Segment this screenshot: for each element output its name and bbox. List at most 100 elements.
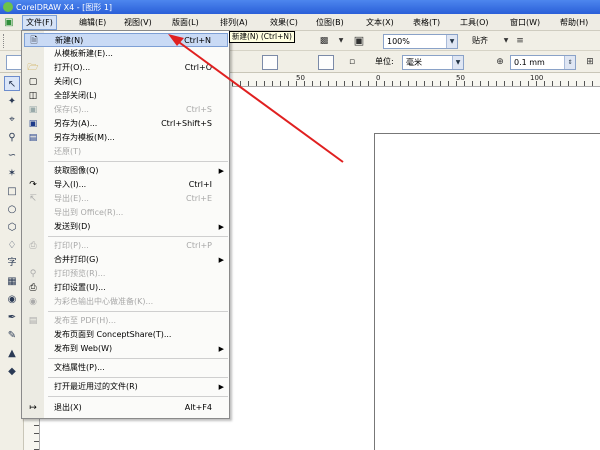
chevron-down-icon[interactable]: ▼ bbox=[452, 56, 463, 69]
freehand-tool-icon[interactable]: ∽ bbox=[4, 148, 20, 163]
horizontal-ruler[interactable]: 50 0 50 100 bbox=[232, 73, 600, 87]
menu-item-revert[interactable]: 还原(T) bbox=[24, 145, 228, 159]
shape-tool-icon[interactable]: ✦ bbox=[4, 94, 20, 109]
ruler-label: 100 bbox=[530, 74, 544, 82]
save-icon: ▣ bbox=[28, 105, 38, 115]
menu-table[interactable]: 表格(T) bbox=[410, 16, 443, 29]
pdf-icon: ▤ bbox=[28, 316, 38, 326]
menu-file[interactable]: 文件(F) bbox=[22, 15, 57, 30]
menu-item-publish-conceptshare[interactable]: 发布页面到 ConceptShare(T)... bbox=[24, 328, 228, 342]
menu-item-acquire-image[interactable]: 获取图像(Q) ▶ bbox=[24, 164, 228, 178]
menu-item-label: 退出(X) bbox=[54, 403, 82, 412]
options-icon[interactable]: ≡ bbox=[512, 34, 528, 48]
menu-item-exit[interactable]: ↦ 退出(X) Alt+F4 bbox=[24, 401, 228, 415]
chevron-down-icon[interactable]: ▼ bbox=[333, 34, 349, 48]
text-tool-icon[interactable]: 字 bbox=[4, 256, 20, 271]
interactive-fill-tool-icon[interactable]: ◆ bbox=[4, 364, 20, 379]
menu-help[interactable]: 帮助(H) bbox=[557, 16, 591, 29]
menu-arrange[interactable]: 排列(A) bbox=[217, 16, 251, 29]
duplicate-distance-icon[interactable]: ⊞ bbox=[582, 55, 598, 69]
menu-item-publish-web[interactable]: 发布到 Web(W) ▶ bbox=[24, 342, 228, 356]
polygon-tool-icon[interactable]: ⬡ bbox=[4, 220, 20, 235]
menu-item-label: 发送到(D) bbox=[54, 222, 91, 231]
menu-effects[interactable]: 效果(C) bbox=[267, 16, 301, 29]
spinner-arrows-icon[interactable]: ⇕ bbox=[564, 56, 575, 69]
interactive-blend-tool-icon[interactable]: ◉ bbox=[4, 292, 20, 307]
menu-item-shortcut: Ctrl+Shift+S bbox=[161, 119, 212, 128]
basic-shapes-tool-icon[interactable]: ♢ bbox=[4, 238, 20, 253]
menu-item-document-properties[interactable]: 文档属性(P)... bbox=[24, 361, 228, 375]
menu-item-prepare-color-output[interactable]: ◉ 为彩色输出中心做准备(K)... bbox=[24, 295, 228, 309]
nudge-offset-field[interactable]: 0.1 mm ⇕ bbox=[510, 55, 576, 70]
menu-item-save[interactable]: ▣ 保存(S)... Ctrl+S bbox=[24, 103, 228, 117]
menu-item-save-as[interactable]: ▣ 另存为(A)... Ctrl+Shift+S bbox=[24, 117, 228, 131]
table-tool-icon[interactable]: ▦ bbox=[4, 274, 20, 289]
zoom-level-value: 100% bbox=[387, 37, 410, 46]
menu-layout[interactable]: 版面(L) bbox=[169, 16, 202, 29]
menu-item-print[interactable]: ⎙ 打印(P)... Ctrl+P bbox=[24, 239, 228, 253]
pick-tool-icon[interactable]: ↖ bbox=[4, 76, 20, 91]
submenu-arrow-icon: ▶ bbox=[218, 345, 224, 353]
ellipse-tool-icon[interactable]: ○ bbox=[4, 202, 20, 217]
menu-item-export-office[interactable]: 导出到 Office(R)... bbox=[24, 206, 228, 220]
menu-window[interactable]: 窗口(W) bbox=[507, 16, 543, 29]
menu-item-close-all[interactable]: ◫ 全部关闭(L) bbox=[24, 89, 228, 103]
document-menu-icon[interactable]: ▣ bbox=[2, 16, 16, 29]
fill-tool-icon[interactable]: ▲ bbox=[4, 346, 20, 361]
menu-item-print-merge[interactable]: 合并打印(G) ▶ bbox=[24, 253, 228, 267]
portrait-button[interactable] bbox=[262, 55, 278, 70]
rectangle-tool-icon[interactable]: □ bbox=[4, 184, 20, 199]
close-all-icon: ◫ bbox=[28, 91, 38, 101]
menu-item-label: 发布页面到 ConceptShare(T)... bbox=[54, 330, 172, 339]
menu-item-new-from-template[interactable]: 从模板新建(E)... bbox=[24, 47, 228, 61]
menu-tools[interactable]: 工具(O) bbox=[457, 16, 492, 29]
menu-edit[interactable]: 编辑(E) bbox=[76, 16, 109, 29]
menu-item-label: 文档属性(P)... bbox=[54, 363, 105, 372]
eyedropper-tool-icon[interactable]: ✒ bbox=[4, 310, 20, 325]
menu-item-open[interactable]: 🗁 打开(O)... Ctrl+O bbox=[24, 61, 228, 75]
menu-separator bbox=[48, 161, 228, 162]
menu-item-import[interactable]: ↷ 导入(I)... Ctrl+I bbox=[24, 178, 228, 192]
menu-item-label: 打印设置(U)... bbox=[54, 283, 106, 292]
menu-item-save-as-template[interactable]: ▤ 另存为模板(M)... bbox=[24, 131, 228, 145]
units-label: 单位: bbox=[375, 57, 394, 66]
menu-item-label: 导出(E)... bbox=[54, 194, 89, 203]
snap-to-label[interactable]: 贴齐 bbox=[472, 34, 488, 48]
application-launcher-icon[interactable]: ▩ bbox=[316, 34, 332, 48]
menu-item-print-setup[interactable]: ⎙ 打印设置(U)... bbox=[24, 281, 228, 295]
menu-item-label: 导出到 Office(R)... bbox=[54, 208, 124, 217]
zoom-level-combo[interactable]: 100% ▼ bbox=[383, 34, 458, 49]
outline-pen-tool-icon[interactable]: ✎ bbox=[4, 328, 20, 343]
open-folder-icon: 🗁 bbox=[27, 63, 39, 73]
units-combo[interactable]: 毫米 ▼ bbox=[402, 55, 464, 70]
menu-item-recent-files[interactable]: 打开最近用过的文件(R) ▶ bbox=[24, 380, 228, 394]
menu-text[interactable]: 文本(X) bbox=[363, 16, 397, 29]
menu-bitmaps[interactable]: 位图(B) bbox=[313, 16, 347, 29]
smart-fill-tool-icon[interactable]: ✶ bbox=[4, 166, 20, 181]
menu-item-send-to[interactable]: 发送到(D) ▶ bbox=[24, 220, 228, 234]
chevron-down-icon[interactable]: ▼ bbox=[446, 35, 457, 48]
menu-item-publish-pdf[interactable]: ▤ 发布至 PDF(H)... bbox=[24, 314, 228, 328]
menu-item-close[interactable]: ▢ 关闭(C) bbox=[24, 75, 228, 89]
color-output-icon: ◉ bbox=[29, 297, 37, 307]
menu-item-label: 导入(I)... bbox=[54, 180, 87, 189]
menu-item-export[interactable]: ↸ 导出(E)... Ctrl+E bbox=[24, 192, 228, 206]
zoom-tool-icon[interactable]: ⚲ bbox=[4, 130, 20, 145]
menu-item-label: 为彩色输出中心做准备(K)... bbox=[54, 297, 154, 306]
submenu-arrow-icon: ▶ bbox=[218, 223, 224, 231]
menu-item-label: 从模板新建(E)... bbox=[54, 49, 113, 58]
paper-type-combo[interactable] bbox=[6, 55, 22, 70]
document-page[interactable] bbox=[374, 133, 600, 450]
all-pages-button[interactable] bbox=[318, 55, 334, 70]
crop-tool-icon[interactable]: ⌖ bbox=[4, 112, 20, 127]
menu-item-new[interactable]: 🗎 新建(N) Ctrl+N bbox=[24, 33, 228, 47]
welcome-screen-icon[interactable]: ▣ bbox=[351, 34, 367, 48]
menu-item-shortcut: Ctrl+P bbox=[186, 241, 212, 250]
import-icon: ↷ bbox=[29, 180, 37, 190]
toolbar-grip[interactable] bbox=[3, 34, 6, 48]
file-menu-dropdown: 🗎 新建(N) Ctrl+N 从模板新建(E)... 🗁 打开(O)... Ct… bbox=[21, 30, 230, 419]
menu-bar: ▣ 文件(F) 编辑(E) 视图(V) 版面(L) 排列(A) 效果(C) 位图… bbox=[0, 14, 600, 31]
menu-item-print-preview[interactable]: ⚲ 打印预览(R)... bbox=[24, 267, 228, 281]
current-page-icon[interactable]: ▫ bbox=[344, 55, 360, 69]
menu-view[interactable]: 视图(V) bbox=[121, 16, 155, 29]
